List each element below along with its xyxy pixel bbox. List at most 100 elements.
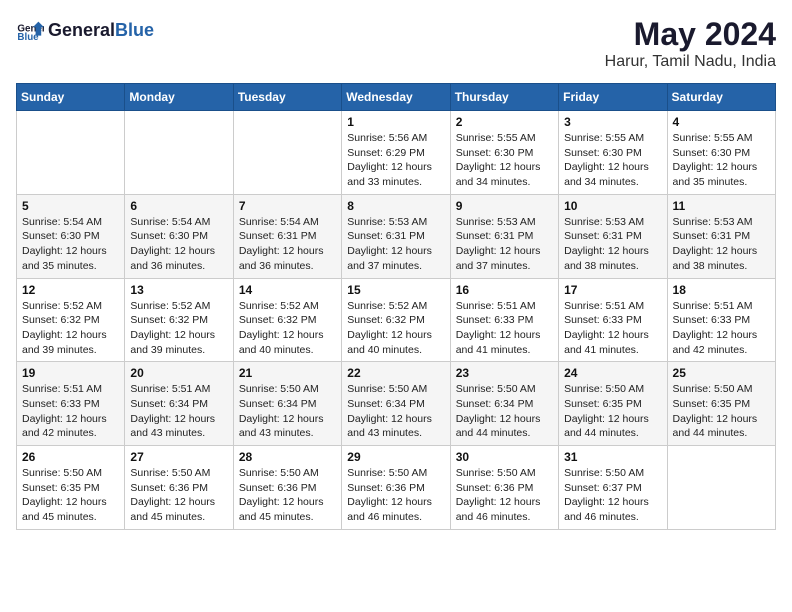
day-info: Sunrise: 5:50 AMSunset: 6:35 PMDaylight:… <box>22 466 119 525</box>
day-info: Sunrise: 5:50 AMSunset: 6:34 PMDaylight:… <box>239 382 336 441</box>
day-info: Sunrise: 5:56 AMSunset: 6:29 PMDaylight:… <box>347 131 444 190</box>
day-number: 23 <box>456 366 553 380</box>
calendar-cell <box>667 446 775 530</box>
calendar-cell: 16Sunrise: 5:51 AMSunset: 6:33 PMDayligh… <box>450 278 558 362</box>
title-block: May 2024 Harur, Tamil Nadu, India <box>605 16 776 71</box>
day-number: 21 <box>239 366 336 380</box>
day-info: Sunrise: 5:51 AMSunset: 6:34 PMDaylight:… <box>130 382 227 441</box>
day-info: Sunrise: 5:52 AMSunset: 6:32 PMDaylight:… <box>239 299 336 358</box>
month-title: May 2024 <box>605 16 776 53</box>
day-number: 1 <box>347 115 444 129</box>
day-number: 25 <box>673 366 770 380</box>
weekday-header-row: SundayMondayTuesdayWednesdayThursdayFrid… <box>17 84 776 111</box>
day-number: 14 <box>239 283 336 297</box>
day-info: Sunrise: 5:50 AMSunset: 6:35 PMDaylight:… <box>673 382 770 441</box>
calendar-table: SundayMondayTuesdayWednesdayThursdayFrid… <box>16 83 776 530</box>
calendar-cell: 9 Sunrise: 5:53 AMSunset: 6:31 PMDaylight… <box>450 194 558 278</box>
week-row-5: 26Sunrise: 5:50 AMSunset: 6:35 PMDayligh… <box>17 446 776 530</box>
calendar-cell: 17 Sunrise: 5:51 AMSunset: 6:33 PMDayligh… <box>559 278 667 362</box>
calendar-cell: 30 Sunrise: 5:50 AMSunset: 6:36 PMDayligh… <box>450 446 558 530</box>
week-row-3: 12Sunrise: 5:52 AMSunset: 6:32 PMDayligh… <box>17 278 776 362</box>
location-title: Harur, Tamil Nadu, India <box>605 53 776 71</box>
calendar-cell: 24 Sunrise: 5:50 AMSunset: 6:35 PMDayligh… <box>559 362 667 446</box>
day-number: 16 <box>456 283 553 297</box>
day-number: 19 <box>22 366 119 380</box>
day-number: 29 <box>347 450 444 464</box>
day-number: 5 <box>22 199 119 213</box>
day-info: Sunrise: 5:52 AMSunset: 6:32 PMDaylight:… <box>347 299 444 358</box>
day-number: 17 <box>564 283 661 297</box>
calendar-cell: 26Sunrise: 5:50 AMSunset: 6:35 PMDayligh… <box>17 446 125 530</box>
calendar-cell: 19Sunrise: 5:51 AMSunset: 6:33 PMDayligh… <box>17 362 125 446</box>
calendar-cell: 7Sunrise: 5:54 AMSunset: 6:31 PMDaylight… <box>233 194 341 278</box>
day-number: 31 <box>564 450 661 464</box>
day-number: 6 <box>130 199 227 213</box>
calendar-cell: 25 Sunrise: 5:50 AMSunset: 6:35 PMDayligh… <box>667 362 775 446</box>
day-info: Sunrise: 5:50 AMSunset: 6:36 PMDaylight:… <box>130 466 227 525</box>
day-info: Sunrise: 5:50 AMSunset: 6:34 PMDaylight:… <box>347 382 444 441</box>
week-row-2: 5 Sunrise: 5:54 AMSunset: 6:30 PMDaylight… <box>17 194 776 278</box>
calendar-cell <box>17 111 125 195</box>
day-number: 22 <box>347 366 444 380</box>
day-number: 2 <box>456 115 553 129</box>
weekday-header-friday: Friday <box>559 84 667 111</box>
logo-icon: General Blue <box>16 16 44 44</box>
day-info: Sunrise: 5:50 AMSunset: 6:36 PMDaylight:… <box>239 466 336 525</box>
calendar-cell: 4 Sunrise: 5:55 AMSunset: 6:30 PMDaylight… <box>667 111 775 195</box>
calendar-cell: 2 Sunrise: 5:55 AMSunset: 6:30 PMDaylight… <box>450 111 558 195</box>
calendar-cell: 15 Sunrise: 5:52 AMSunset: 6:32 PMDayligh… <box>342 278 450 362</box>
day-info: Sunrise: 5:51 AMSunset: 6:33 PMDaylight:… <box>673 299 770 358</box>
calendar-cell: 3 Sunrise: 5:55 AMSunset: 6:30 PMDaylight… <box>559 111 667 195</box>
day-info: Sunrise: 5:50 AMSunset: 6:36 PMDaylight:… <box>456 466 553 525</box>
day-info: Sunrise: 5:53 AMSunset: 6:31 PMDaylight:… <box>456 215 553 274</box>
calendar-cell: 27 Sunrise: 5:50 AMSunset: 6:36 PMDayligh… <box>125 446 233 530</box>
day-info: Sunrise: 5:54 AMSunset: 6:30 PMDaylight:… <box>130 215 227 274</box>
logo-general: General <box>48 20 115 40</box>
day-number: 3 <box>564 115 661 129</box>
day-number: 15 <box>347 283 444 297</box>
weekday-header-monday: Monday <box>125 84 233 111</box>
calendar-cell: 12Sunrise: 5:52 AMSunset: 6:32 PMDayligh… <box>17 278 125 362</box>
calendar-cell: 22 Sunrise: 5:50 AMSunset: 6:34 PMDayligh… <box>342 362 450 446</box>
weekday-header-thursday: Thursday <box>450 84 558 111</box>
day-info: Sunrise: 5:52 AMSunset: 6:32 PMDaylight:… <box>130 299 227 358</box>
weekday-header-saturday: Saturday <box>667 84 775 111</box>
calendar-cell: 13 Sunrise: 5:52 AMSunset: 6:32 PMDayligh… <box>125 278 233 362</box>
day-info: Sunrise: 5:55 AMSunset: 6:30 PMDaylight:… <box>456 131 553 190</box>
calendar-cell: 18 Sunrise: 5:51 AMSunset: 6:33 PMDayligh… <box>667 278 775 362</box>
weekday-header-tuesday: Tuesday <box>233 84 341 111</box>
logo-blue: Blue <box>115 20 154 40</box>
day-number: 24 <box>564 366 661 380</box>
weekday-header-wednesday: Wednesday <box>342 84 450 111</box>
calendar-cell: 21 Sunrise: 5:50 AMSunset: 6:34 PMDayligh… <box>233 362 341 446</box>
day-number: 27 <box>130 450 227 464</box>
day-info: Sunrise: 5:50 AMSunset: 6:37 PMDaylight:… <box>564 466 661 525</box>
calendar-cell: 5 Sunrise: 5:54 AMSunset: 6:30 PMDaylight… <box>17 194 125 278</box>
day-info: Sunrise: 5:54 AMSunset: 6:30 PMDaylight:… <box>22 215 119 274</box>
calendar-cell: 6 Sunrise: 5:54 AMSunset: 6:30 PMDaylight… <box>125 194 233 278</box>
logo: General Blue GeneralBlue <box>16 16 154 44</box>
day-info: Sunrise: 5:53 AMSunset: 6:31 PMDaylight:… <box>347 215 444 274</box>
day-info: Sunrise: 5:50 AMSunset: 6:34 PMDaylight:… <box>456 382 553 441</box>
day-info: Sunrise: 5:55 AMSunset: 6:30 PMDaylight:… <box>564 131 661 190</box>
logo-text: GeneralBlue <box>48 20 154 41</box>
calendar-cell: 11Sunrise: 5:53 AMSunset: 6:31 PMDayligh… <box>667 194 775 278</box>
calendar-cell <box>125 111 233 195</box>
calendar-cell: 29Sunrise: 5:50 AMSunset: 6:36 PMDayligh… <box>342 446 450 530</box>
day-number: 13 <box>130 283 227 297</box>
day-info: Sunrise: 5:51 AMSunset: 6:33 PMDaylight:… <box>564 299 661 358</box>
day-number: 7 <box>239 199 336 213</box>
day-number: 8 <box>347 199 444 213</box>
week-row-1: 1 Sunrise: 5:56 AMSunset: 6:29 PMDaylight… <box>17 111 776 195</box>
day-info: Sunrise: 5:53 AMSunset: 6:31 PMDaylight:… <box>673 215 770 274</box>
day-number: 4 <box>673 115 770 129</box>
day-number: 18 <box>673 283 770 297</box>
day-info: Sunrise: 5:55 AMSunset: 6:30 PMDaylight:… <box>673 131 770 190</box>
calendar-cell <box>233 111 341 195</box>
day-number: 28 <box>239 450 336 464</box>
calendar-cell: 20Sunrise: 5:51 AMSunset: 6:34 PMDayligh… <box>125 362 233 446</box>
day-info: Sunrise: 5:50 AMSunset: 6:35 PMDaylight:… <box>564 382 661 441</box>
day-number: 30 <box>456 450 553 464</box>
day-number: 9 <box>456 199 553 213</box>
calendar-cell: 10Sunrise: 5:53 AMSunset: 6:31 PMDayligh… <box>559 194 667 278</box>
